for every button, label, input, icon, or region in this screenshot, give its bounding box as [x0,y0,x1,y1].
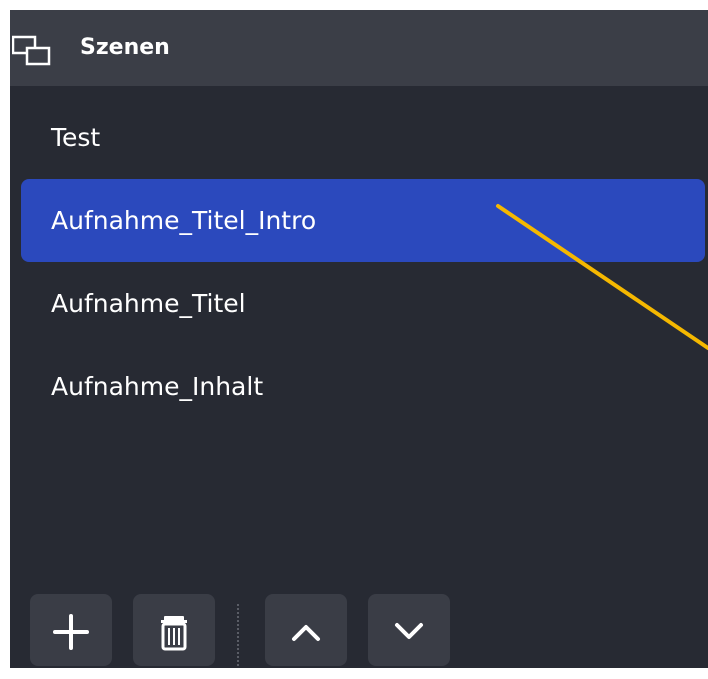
scene-item[interactable]: Aufnahme_Inhalt [21,345,705,428]
scene-item-selected[interactable]: Aufnahme_Titel_Intro [21,179,705,262]
scene-toolbar [20,594,460,666]
dock-title: Szenen [80,35,170,60]
scenes-dock: Szenen Test Aufnahme_Titel_Intro Aufnahm… [10,10,708,668]
plus-icon [53,614,89,650]
chevron-down-icon [395,623,423,639]
dock-header[interactable]: Szenen [10,10,708,86]
toolbar-separator [237,604,239,666]
trash-icon [161,616,187,651]
scenes-icon [12,35,51,66]
scene-item[interactable]: Aufnahme_Titel [21,262,705,345]
add-scene-button[interactable] [30,594,112,666]
move-scene-down-button[interactable] [368,594,450,666]
chevron-up-icon [292,625,320,641]
top-border [0,0,708,10]
move-scene-up-button[interactable] [265,594,347,666]
remove-scene-button[interactable] [133,594,215,666]
scene-list: Test Aufnahme_Titel_Intro Aufnahme_Titel… [10,96,708,428]
scene-item[interactable]: Test [21,96,705,179]
